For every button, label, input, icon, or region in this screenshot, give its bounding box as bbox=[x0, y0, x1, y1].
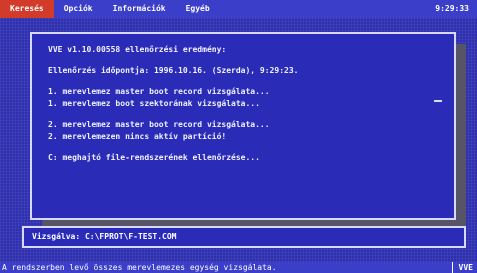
clock: 9:29:33 bbox=[435, 4, 469, 13]
menu-bar: Keresés Opciók Információk Egyéb 9:29:33 bbox=[0, 0, 477, 18]
menu-item-opciok[interactable]: Opciók bbox=[54, 0, 103, 18]
results-title: VVE v1.10.00558 ellenőrzési eredmény: bbox=[48, 45, 227, 54]
menu-item-egyeb[interactable]: Egyéb bbox=[176, 0, 220, 18]
results-panel: VVE v1.10.00558 ellenőrzési eredmény: El… bbox=[30, 32, 456, 220]
status-divider bbox=[452, 262, 453, 273]
scanning-status-panel: Vizsgálva: C:\FPROT\F-TEST.COM bbox=[22, 226, 466, 248]
results-log: VVE v1.10.00558 ellenőrzési eredmény: El… bbox=[48, 44, 444, 164]
text-cursor bbox=[434, 100, 442, 102]
menu-item-informaciok[interactable]: Információk bbox=[103, 0, 176, 18]
log-line: C: meghajtó file-rendszerének ellenőrzés… bbox=[48, 153, 260, 162]
menu-item-kereses[interactable]: Keresés bbox=[0, 0, 54, 18]
log-line: 2. merevlemezen nincs aktív partíció! bbox=[48, 132, 227, 141]
panel-shadow bbox=[456, 44, 466, 230]
app-name: VVE bbox=[458, 263, 473, 272]
desktop: VVE v1.10.00558 ellenőrzési eredmény: El… bbox=[0, 18, 477, 262]
scanning-file: Vizsgálva: C:\FPROT\F-TEST.COM bbox=[32, 232, 177, 241]
log-line: 1. merevlemez boot szektorának vizsgálat… bbox=[48, 99, 260, 108]
bottom-status-bar: A rendszerben levő összes merevlemezes e… bbox=[0, 262, 477, 273]
status-message: A rendszerben levő összes merevlemezes e… bbox=[2, 263, 277, 272]
log-line: 1. merevlemez master boot record vizsgál… bbox=[48, 87, 270, 96]
log-line: 2. merevlemez master boot record vizsgál… bbox=[48, 120, 270, 129]
scan-timestamp: Ellenőrzés időpontja: 1996.10.16. (Szerd… bbox=[48, 66, 299, 75]
